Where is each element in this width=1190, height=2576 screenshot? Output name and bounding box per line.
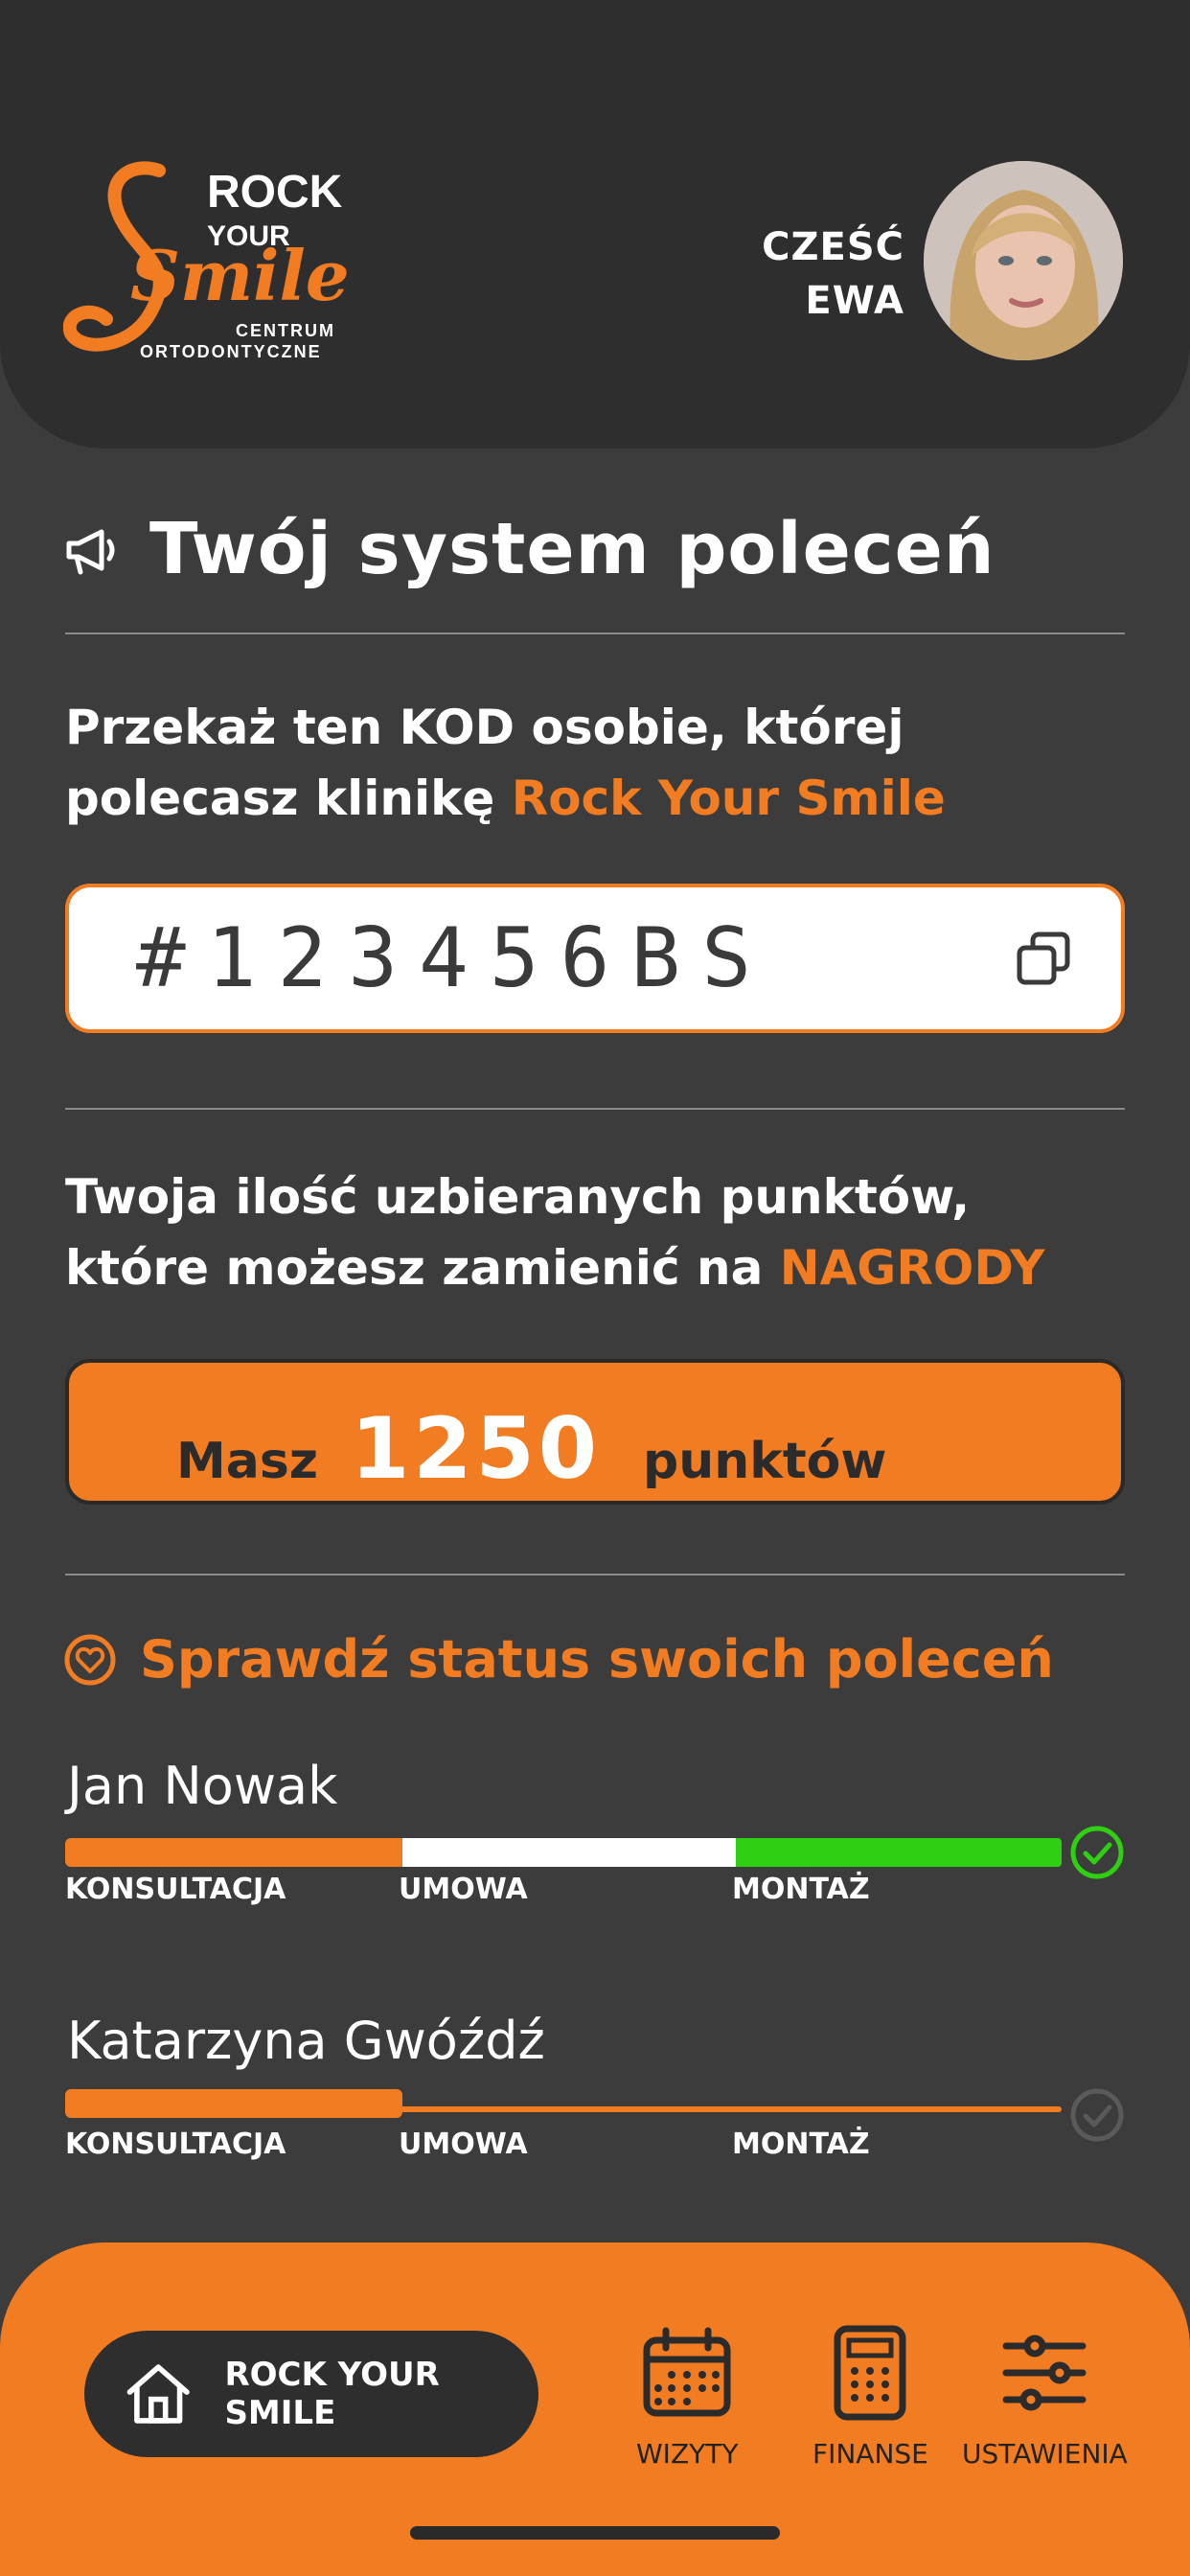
nav-finance-label: FINANSE bbox=[812, 2438, 928, 2470]
points-prefix: Masz bbox=[176, 1433, 319, 1490]
stage-label: MONTAŻ bbox=[732, 2128, 870, 2161]
app-header: ROCK YOUR Smile CENTRUM ORTODONTYCZNE CZ… bbox=[0, 0, 1190, 448]
divider bbox=[65, 1574, 1125, 1576]
stage-mounting-segment bbox=[736, 1838, 1062, 1867]
svg-text:CENTRUM: CENTRUM bbox=[236, 321, 335, 340]
nav-finance[interactable]: FINANSE bbox=[812, 2325, 928, 2470]
stage-label: UMOWA bbox=[399, 2128, 528, 2161]
avatar-photo bbox=[924, 161, 1123, 360]
stage-label: KONSULTACJA bbox=[65, 2128, 286, 2161]
page-title: Twój system poleceń bbox=[149, 508, 995, 590]
user-first-name: EWA bbox=[805, 279, 904, 323]
nav-home-label: ROCK YOUR SMILE bbox=[224, 2356, 440, 2432]
home-indicator[interactable] bbox=[410, 2526, 780, 2540]
clinic-name-accent: Rock Your Smile bbox=[511, 770, 946, 826]
svg-text:Smile: Smile bbox=[130, 235, 350, 316]
calendar-icon bbox=[643, 2327, 731, 2417]
sliders-icon bbox=[1002, 2334, 1087, 2411]
referral-progress-bar bbox=[65, 2089, 1062, 2118]
nav-home-button[interactable]: ROCK YOUR SMILE bbox=[84, 2331, 538, 2457]
code-instruction: Przekaż ten KOD osobie, której polecasz … bbox=[65, 692, 1129, 834]
megaphone-icon bbox=[66, 529, 115, 575]
rewards-accent: NAGRODY bbox=[779, 1240, 1045, 1296]
points-value: 1250 bbox=[351, 1399, 601, 1498]
greeting-line: CZEŚĆ bbox=[762, 225, 904, 269]
check-circle-icon bbox=[1070, 2088, 1124, 2142]
greeting: CZEŚĆ EWA bbox=[762, 220, 904, 328]
calculator-icon bbox=[834, 2325, 906, 2421]
stage-label: KONSULTACJA bbox=[65, 1873, 286, 1906]
stage-label: UMOWA bbox=[399, 1873, 528, 1906]
divider bbox=[65, 1108, 1125, 1110]
nav-visits[interactable]: WIZYTY bbox=[636, 2325, 738, 2470]
referral-code: #123456BS bbox=[136, 910, 772, 1006]
referral-progress-bar bbox=[65, 1838, 1062, 1867]
nav-settings-label: USTAWIENIA bbox=[962, 2438, 1128, 2470]
points-intro: Twoja ilość uzbieranych punktów, które m… bbox=[65, 1162, 1129, 1303]
stage-contract-segment bbox=[402, 1838, 736, 1867]
stage-label: MONTAŻ bbox=[732, 1873, 870, 1906]
svg-text:ORTODONTYCZNE: ORTODONTYCZNE bbox=[140, 342, 322, 361]
home-icon bbox=[126, 2364, 190, 2424]
rock-your-smile-logo: ROCK YOUR Smile CENTRUM ORTODONTYCZNE bbox=[63, 161, 350, 361]
nav-settings[interactable]: USTAWIENIA bbox=[962, 2325, 1128, 2470]
nav-visits-label: WIZYTY bbox=[636, 2438, 739, 2470]
avatar[interactable] bbox=[924, 161, 1123, 360]
referral-status-heading[interactable]: Sprawdź status swoich poleceń bbox=[63, 1629, 1054, 1690]
referral-name: Jan Nowak bbox=[67, 1756, 338, 1816]
heart-circle-icon bbox=[64, 1634, 116, 1685]
divider bbox=[65, 632, 1125, 634]
points-summary: Masz 1250 punktów bbox=[65, 1359, 1125, 1505]
referral-code-box[interactable]: #123456BS bbox=[65, 884, 1125, 1033]
svg-text:ROCK: ROCK bbox=[207, 167, 343, 218]
stage-consultation-segment bbox=[65, 2089, 402, 2118]
referral-section-title: Twój system poleceń bbox=[63, 508, 995, 590]
status-heading-text: Sprawdź status swoich poleceń bbox=[140, 1629, 1054, 1690]
points-suffix: punktów bbox=[642, 1433, 887, 1490]
check-circle-icon bbox=[1070, 1826, 1124, 1879]
referral-name: Katarzyna Gwóźdź bbox=[67, 2011, 545, 2071]
copy-icon[interactable] bbox=[1014, 929, 1073, 988]
stage-consultation-segment bbox=[65, 1838, 402, 1867]
